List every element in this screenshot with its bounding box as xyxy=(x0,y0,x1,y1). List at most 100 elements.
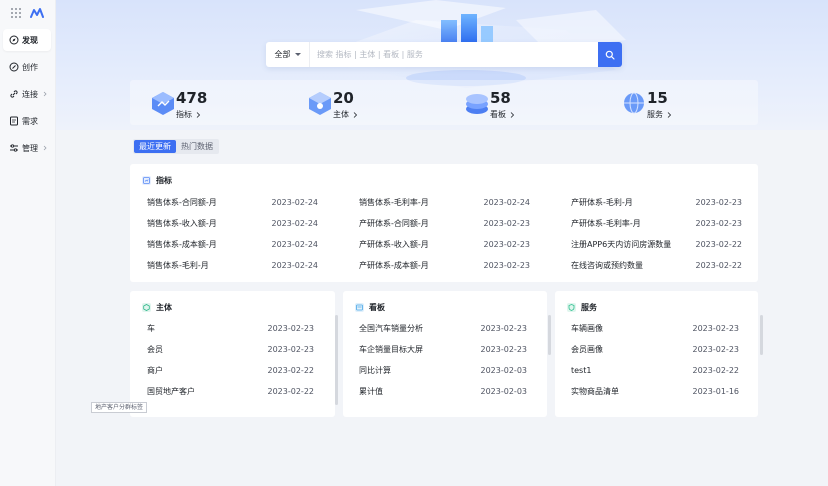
stat-label: 看板 xyxy=(490,109,515,120)
item-date: 2023-02-23 xyxy=(480,323,528,333)
item-date: 2023-02-22 xyxy=(695,260,743,270)
item-date: 2023-02-23 xyxy=(267,323,315,333)
list-item[interactable]: 产研体系-毛利率-月 2023-02-23 xyxy=(571,216,742,230)
board-scrollbar[interactable] xyxy=(548,315,551,355)
item-name: 会员画像 xyxy=(571,344,603,354)
list-item[interactable]: 产研体系-收入额-月 2023-02-23 xyxy=(359,237,530,251)
main-content: 全部 478 指标 20 主体 58 看板 15 服务 最近更新 xyxy=(56,0,828,486)
discover-icon xyxy=(9,35,19,45)
search-input[interactable] xyxy=(310,42,598,67)
list-item[interactable]: 销售体系-合同额-月 2023-02-24 xyxy=(147,195,318,209)
item-name: 车企销量目标大屏 xyxy=(359,344,423,354)
entities-cube-icon xyxy=(309,92,331,115)
sidebar-item-label: 创作 xyxy=(22,62,38,72)
app-grid-icon[interactable] xyxy=(11,8,21,18)
stat-label-text: 看板 xyxy=(490,110,506,119)
list-item[interactable]: test1 2023-02-22 xyxy=(571,363,739,377)
request-icon xyxy=(10,116,18,126)
item-name: 会员 xyxy=(147,344,163,354)
sidebar-item-connect[interactable]: 连接 xyxy=(3,83,51,105)
stat-value: 478 xyxy=(176,89,208,107)
item-date: 2023-02-24 xyxy=(271,260,319,270)
item-date: 2023-02-22 xyxy=(267,365,315,375)
card-header: 看板 xyxy=(355,302,385,313)
list-item[interactable]: 会员 2023-02-23 xyxy=(147,342,314,356)
list-item[interactable]: 销售体系-毛利率-月 2023-02-24 xyxy=(359,195,530,209)
list-item[interactable]: 会员画像 2023-02-23 xyxy=(571,342,739,356)
chevron-right-icon xyxy=(43,145,47,151)
card-header: 主体 xyxy=(142,302,172,313)
stat-label: 指标 xyxy=(176,109,201,120)
card-title: 主体 xyxy=(156,303,172,312)
item-date: 2023-02-22 xyxy=(695,239,743,249)
stat-services[interactable]: 15 服务 xyxy=(601,80,758,125)
list-item[interactable]: 累计值 2023-02-03 xyxy=(359,384,527,398)
stat-metrics[interactable]: 478 指标 xyxy=(130,80,287,125)
list-item[interactable]: 全国汽车销量分析 2023-02-23 xyxy=(359,321,527,335)
chevron-right-icon xyxy=(353,111,358,118)
item-date: 2023-02-24 xyxy=(483,197,531,207)
item-name: 全国汽车销量分析 xyxy=(359,323,423,333)
sidebar-item-discover[interactable]: 发现 xyxy=(3,29,51,51)
metrics-icon xyxy=(142,176,151,185)
list-item[interactable]: 在线咨询或预约数量 2023-02-22 xyxy=(571,258,742,272)
item-name: 实物商品清单 xyxy=(571,386,619,396)
list-item[interactable]: 商户 2023-02-22 xyxy=(147,363,314,377)
service-shield-icon xyxy=(567,303,576,312)
board-icon xyxy=(355,303,364,312)
card-title: 指标 xyxy=(156,176,172,185)
card-title: 服务 xyxy=(581,303,597,312)
chevron-right-icon xyxy=(510,111,515,118)
item-name: 产研体系-收入额-月 xyxy=(359,239,429,249)
item-date: 2023-02-23 xyxy=(483,239,531,249)
item-date: 2023-02-23 xyxy=(695,218,743,228)
card-title: 看板 xyxy=(369,303,385,312)
item-date: 2023-02-23 xyxy=(267,344,315,354)
tab-recent-updates[interactable]: 最近更新 xyxy=(134,140,176,153)
sidebar-item-create[interactable]: 创作 xyxy=(3,56,51,78)
item-date: 2023-02-23 xyxy=(692,323,740,333)
stat-label-text: 指标 xyxy=(176,110,192,119)
stat-boards[interactable]: 58 看板 xyxy=(444,80,601,125)
item-name: 销售体系-合同额-月 xyxy=(147,197,217,207)
item-date: 2023-02-22 xyxy=(692,365,740,375)
item-name: 同比计算 xyxy=(359,365,391,375)
list-item[interactable]: 车辆画像 2023-02-23 xyxy=(571,321,739,335)
list-item[interactable]: 销售体系-收入额-月 2023-02-24 xyxy=(147,216,318,230)
services-globe-icon xyxy=(624,92,644,114)
entity-icon xyxy=(142,303,151,312)
item-date: 2023-02-23 xyxy=(695,197,743,207)
item-name: 产研体系-毛利率-月 xyxy=(571,218,641,228)
link-icon xyxy=(10,90,18,98)
list-item[interactable]: 车企销量目标大屏 2023-02-23 xyxy=(359,342,527,356)
item-date: 2023-02-23 xyxy=(692,344,740,354)
service-scrollbar[interactable] xyxy=(760,315,763,355)
sidebar-item-manage[interactable]: 管理 xyxy=(3,137,51,159)
item-name: 销售体系-收入额-月 xyxy=(147,218,217,228)
list-item[interactable]: 国贸地产客户 2023-02-22 xyxy=(147,384,314,398)
chevron-right-icon xyxy=(43,91,47,97)
item-name: 累计值 xyxy=(359,386,383,396)
search-button[interactable] xyxy=(598,42,622,67)
stat-label-text: 主体 xyxy=(333,110,349,119)
item-name: 国贸地产客户 xyxy=(147,386,195,396)
stat-entities[interactable]: 20 主体 xyxy=(287,80,444,125)
sidebar-top xyxy=(0,0,55,26)
list-item[interactable]: 同比计算 2023-02-03 xyxy=(359,363,527,377)
list-item[interactable]: 注册APP6天内访问房源数量 2023-02-22 xyxy=(571,237,742,251)
list-item[interactable]: 销售体系-成本额-月 2023-02-24 xyxy=(147,237,318,251)
list-item[interactable]: 车 2023-02-23 xyxy=(147,321,314,335)
list-item[interactable]: 销售体系-毛利-月 2023-02-24 xyxy=(147,258,318,272)
list-item[interactable]: 产研体系-成本额-月 2023-02-23 xyxy=(359,258,530,272)
search-scope-select[interactable]: 全部 xyxy=(266,42,310,67)
tab-popular-data[interactable]: 热门数据 xyxy=(176,140,218,153)
list-item[interactable]: 产研体系-毛利-月 2023-02-23 xyxy=(571,195,742,209)
sidebar: 发现 创作 连接 需求 管理 xyxy=(0,0,56,486)
item-name: 产研体系-成本额-月 xyxy=(359,260,429,270)
entity-scrollbar[interactable] xyxy=(335,315,338,405)
list-item[interactable]: 产研体系-合同额-月 2023-02-23 xyxy=(359,216,530,230)
list-item[interactable]: 实物商品清单 2023-01-16 xyxy=(571,384,739,398)
sidebar-item-requests[interactable]: 需求 xyxy=(3,110,51,132)
search-icon xyxy=(605,50,615,60)
stat-value: 15 xyxy=(647,89,668,107)
